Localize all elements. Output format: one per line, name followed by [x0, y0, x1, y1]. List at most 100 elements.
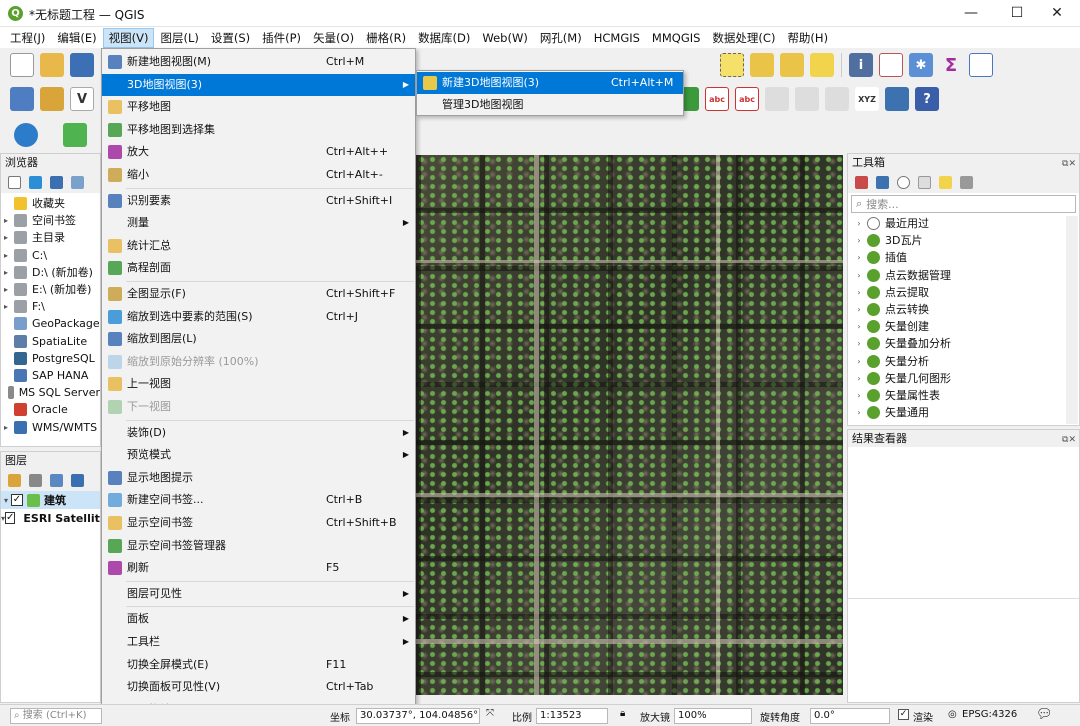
menu-11[interactable]: HCMGIS: [588, 29, 646, 47]
xyz-icon[interactable]: XYZ: [855, 87, 879, 111]
view-menu-item[interactable]: 缩小 Ctrl+Alt+-: [102, 164, 415, 186]
browser-item[interactable]: ▸ F:\: [1, 298, 100, 315]
toolbox-group[interactable]: › 矢量分析: [848, 353, 1079, 370]
menu-10[interactable]: 网孔(M): [534, 28, 588, 48]
menu-14[interactable]: 帮助(H): [781, 28, 834, 48]
expand-icon[interactable]: ▸: [1, 247, 11, 264]
view-menu-item[interactable]: 平移地图到选择集: [102, 119, 415, 141]
add-vector-icon[interactable]: [40, 87, 64, 111]
dock-buttons[interactable]: ⧉✕: [1062, 156, 1076, 173]
browser-item[interactable]: GeoPackage: [1, 315, 100, 332]
options-icon[interactable]: [960, 175, 973, 189]
toolbox-search[interactable]: ⌕ 搜索...: [851, 195, 1076, 213]
expand-icon[interactable]: ›: [854, 353, 864, 370]
expand-icon[interactable]: ›: [854, 301, 864, 318]
save-project-icon[interactable]: [70, 53, 94, 77]
magnifier-field[interactable]: 100%: [674, 708, 752, 724]
view-menu-item[interactable]: 测量 ▶: [102, 212, 415, 234]
view-menu-item[interactable]: 平移地图: [102, 96, 415, 118]
view-menu-item[interactable]: 预览模式 ▶: [102, 444, 415, 466]
models-icon[interactable]: [855, 175, 868, 189]
locator-search[interactable]: ⌕ 搜索 (Ctrl+K): [10, 708, 102, 724]
browser-item[interactable]: PostgreSQL: [1, 350, 100, 367]
expand-icon[interactable]: ›: [854, 318, 864, 335]
view-menu-item[interactable]: 显示空间书签 Ctrl+Shift+B: [102, 512, 415, 534]
layer-row[interactable]: ▾ ✓ ESRI Satellite: [1, 509, 100, 527]
expand-icon[interactable]: ▾: [1, 492, 11, 509]
globe-icon[interactable]: [14, 123, 38, 147]
view-menu-item[interactable]: 高程剖面: [102, 257, 415, 279]
select-location-icon[interactable]: [810, 53, 834, 77]
browser-item[interactable]: ▸ WMS/WMTS: [1, 418, 100, 435]
view-menu-item[interactable]: 缩放到图层(L): [102, 328, 415, 350]
expand-icon[interactable]: ›: [854, 335, 864, 352]
label-change-icon[interactable]: [825, 87, 849, 111]
extents-toggle-icon[interactable]: ⤧: [486, 708, 494, 719]
view-menu-item[interactable]: 刷新 F5: [102, 557, 415, 579]
toolbox-group[interactable]: › 3D瓦片: [848, 232, 1079, 249]
expand-icon[interactable]: ›: [854, 284, 864, 301]
view-menu-item[interactable]: 放大 Ctrl+Alt++: [102, 141, 415, 163]
menu-2[interactable]: 视图(V): [102, 27, 155, 48]
browser-item[interactable]: ▸ D:\ (新加卷): [1, 264, 100, 281]
new-project-icon[interactable]: [10, 53, 34, 77]
browser-item[interactable]: 收藏夹: [1, 195, 100, 212]
view-menu-item[interactable]: 切换全屏模式(E) F11: [102, 654, 415, 676]
view-menu-item[interactable]: 切换面板可见性(V) Ctrl+Tab: [102, 676, 415, 698]
map-canvas[interactable]: [416, 155, 843, 695]
identify-icon[interactable]: i: [849, 53, 873, 77]
scale-field[interactable]: 1:13523: [536, 708, 608, 724]
view-menu-item[interactable]: 工具栏 ▶: [102, 631, 415, 653]
menu-6[interactable]: 矢量(O): [307, 28, 360, 48]
view-menu-item[interactable]: 识别要素 Ctrl+Shift+I: [102, 190, 415, 212]
menu-8[interactable]: 数据库(D): [412, 28, 476, 48]
render-checkbox[interactable]: ✓: [898, 709, 909, 720]
menu-5[interactable]: 插件(P): [256, 28, 307, 48]
toolbox-group[interactable]: › 点云提取: [848, 284, 1079, 301]
browser-item[interactable]: ▸ 空间书签: [1, 212, 100, 229]
add-selected-icon[interactable]: [8, 175, 21, 189]
table-icon[interactable]: [969, 53, 993, 77]
label-pin-icon[interactable]: abc: [735, 87, 759, 111]
close-button[interactable]: ✕: [1034, 0, 1080, 27]
dock-buttons[interactable]: ⧉✕: [1062, 432, 1076, 449]
browser-item[interactable]: ▸ C:\: [1, 247, 100, 264]
submenu-3d-item[interactable]: 新建3D地图视图(3) Ctrl+Alt+M: [417, 72, 683, 94]
refresh-icon[interactable]: [29, 175, 42, 189]
toolbox-group[interactable]: › 矢量几何图形: [848, 370, 1079, 387]
view-menu-item[interactable]: 新建空间书签... Ctrl+B: [102, 489, 415, 511]
coordinate-field[interactable]: 30.03737°, 104.04856°: [356, 708, 480, 724]
expand-icon[interactable]: ›: [854, 249, 864, 266]
layer-visibility-checkbox[interactable]: ✓: [5, 512, 16, 524]
toolbox-group[interactable]: › 矢量属性表: [848, 387, 1079, 404]
view-menu-item[interactable]: 3D地图视图(3) ▶: [102, 73, 415, 96]
view-menu-item[interactable]: 装饰(D) ▶: [102, 422, 415, 444]
menu-9[interactable]: Web(W): [476, 29, 533, 47]
label-move-icon[interactable]: [765, 87, 789, 111]
toolbox-group[interactable]: › 矢量通用: [848, 404, 1079, 421]
scripts-icon[interactable]: [876, 175, 889, 189]
expand-icon[interactable]: ›: [854, 267, 864, 284]
browser-item[interactable]: ▸ 主目录: [1, 229, 100, 246]
expand-icon[interactable]: ▸: [1, 298, 11, 315]
attribute-table-icon[interactable]: [879, 53, 903, 77]
lock-icon[interactable]: 🔒︎: [620, 708, 625, 719]
menu-7[interactable]: 栅格(R): [360, 28, 412, 48]
menu-13[interactable]: 数据处理(C): [706, 28, 781, 48]
select-features-icon[interactable]: [720, 53, 744, 77]
toolbox-group[interactable]: › 点云数据管理: [848, 267, 1079, 284]
browser-item[interactable]: SpatiaLite: [1, 333, 100, 350]
expand-icon[interactable]: ▸: [1, 281, 11, 298]
view-menu-item[interactable]: 全图显示(F) Ctrl+Shift+F: [102, 283, 415, 305]
expand-icon[interactable]: ▸: [1, 229, 11, 246]
expand-icon[interactable]: ▸: [1, 264, 11, 281]
view-menu-item[interactable]: 图层可见性 ▶: [102, 583, 415, 605]
visibility-icon[interactable]: [50, 473, 63, 487]
deselect-icon[interactable]: [780, 53, 804, 77]
browser-item[interactable]: SAP HANA: [1, 367, 100, 384]
submenu-3d-item[interactable]: 管理3D地图视图: [417, 94, 683, 116]
style-icon[interactable]: [8, 473, 21, 487]
gear-icon[interactable]: ✱: [909, 53, 933, 77]
view-menu-item[interactable]: 新建地图视图(M) Ctrl+M: [102, 51, 415, 73]
menu-1[interactable]: 编辑(E): [51, 28, 102, 48]
